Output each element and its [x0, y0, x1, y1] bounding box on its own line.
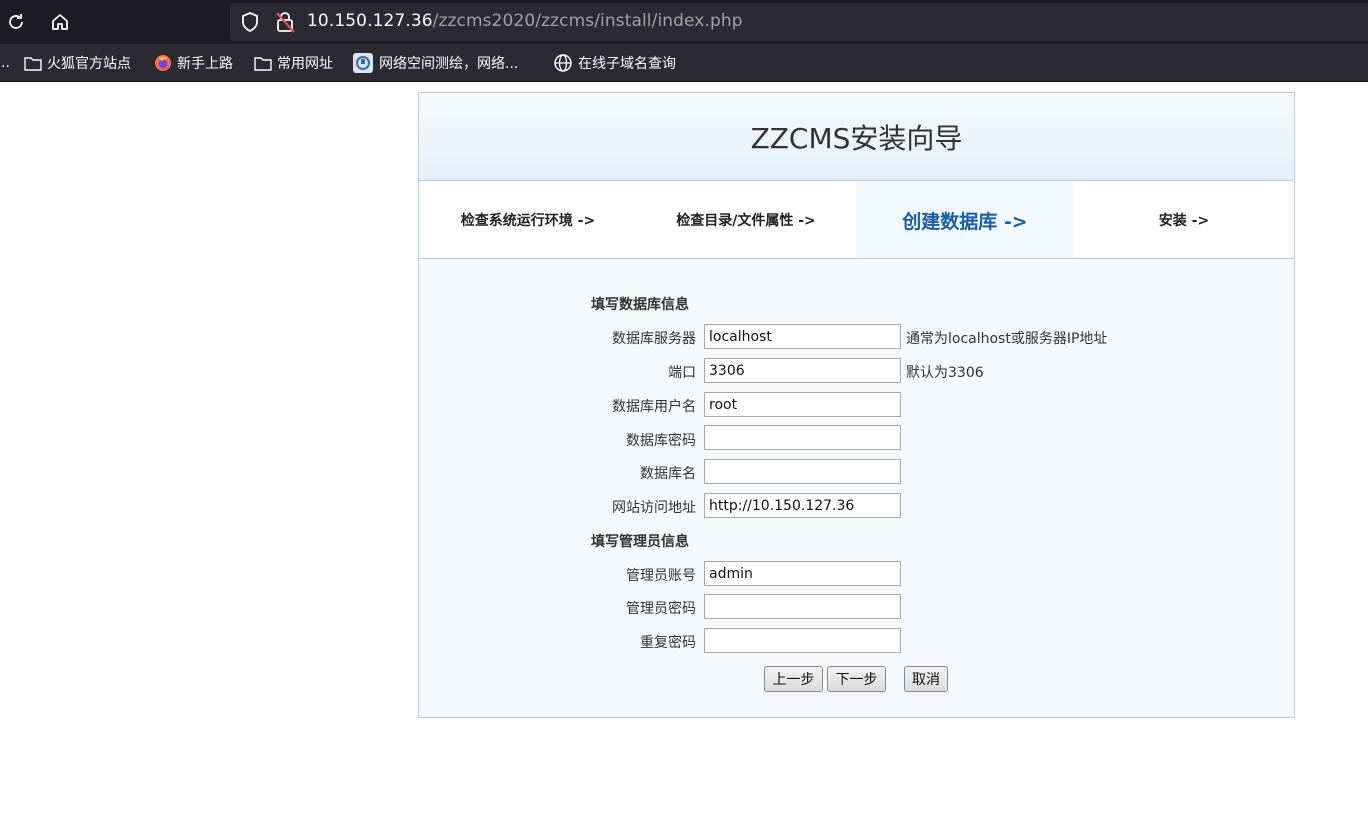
- url-text[interactable]: 10.150.127.36/zzcms2020/zzcms/install/in…: [307, 11, 743, 31]
- repeat-password-input[interactable]: [704, 628, 901, 653]
- url-host: 10.150.127.36: [307, 11, 433, 31]
- folder-icon: [254, 57, 272, 71]
- db-name-label: 数据库名: [640, 466, 696, 482]
- db-name-input[interactable]: [704, 459, 901, 484]
- site-url-input[interactable]: [704, 493, 901, 518]
- bookmark-firefox-sites[interactable]: 火狐官方站点: [24, 53, 131, 73]
- db-server-hint: 通常为localhost或服务器IP地址: [906, 331, 1108, 347]
- prev-button[interactable]: 上一步: [764, 666, 823, 692]
- installer-header: ZZCMS安装向导: [419, 93, 1294, 181]
- step-create-database: 创建数据库 ->: [856, 182, 1074, 258]
- bookmark-cyberspace-mapping[interactable]: 网络空间测绘，网络...: [352, 53, 518, 73]
- bookmark-getting-started[interactable]: 新手上路: [154, 53, 233, 73]
- bookmarks-overflow[interactable]: ..: [1, 53, 10, 73]
- bookmark-label: 新手上路: [177, 56, 233, 72]
- shield-icon[interactable]: [240, 11, 260, 33]
- db-port-hint: 默认为3306: [906, 365, 984, 381]
- admin-section-title: 填写管理员信息: [591, 534, 689, 550]
- db-server-input[interactable]: [704, 324, 901, 349]
- bookmark-label: 网络空间测绘，网络...: [379, 56, 519, 72]
- firefox-icon: [155, 55, 171, 71]
- folder-icon: [24, 57, 42, 71]
- step-check-environment: 检查系统运行环境 ->: [460, 213, 596, 229]
- db-section-title: 填写数据库信息: [591, 297, 689, 313]
- bookmark-subdomain-lookup[interactable]: 在线子域名查询: [553, 53, 676, 73]
- bookmark-label: 在线子域名查询: [578, 56, 676, 72]
- repeat-password-label: 重复密码: [640, 635, 696, 651]
- insecure-lock-icon[interactable]: [274, 10, 296, 34]
- home-icon[interactable]: [46, 8, 74, 36]
- db-server-label: 数据库服务器: [612, 331, 696, 347]
- overflow-label: ..: [1, 55, 10, 71]
- admin-account-input[interactable]: [704, 561, 901, 586]
- db-user-input[interactable]: [704, 392, 901, 417]
- bookmark-common-sites[interactable]: 常用网址: [254, 53, 333, 73]
- cancel-button[interactable]: 取消: [904, 666, 948, 692]
- db-user-label: 数据库用户名: [612, 399, 696, 415]
- next-button[interactable]: 下一步: [827, 666, 886, 692]
- bookmark-label: 常用网址: [277, 56, 333, 72]
- browser-toolbar: 10.150.127.36/zzcms2020/zzcms/install/in…: [0, 0, 1368, 44]
- globe-icon: [554, 54, 572, 72]
- db-password-input[interactable]: [704, 425, 901, 450]
- admin-password-label: 管理员密码: [626, 601, 696, 617]
- step-install: 安装 ->: [1158, 213, 1210, 229]
- db-port-label: 端口: [668, 365, 696, 381]
- admin-account-label: 管理员账号: [626, 568, 696, 584]
- admin-password-input[interactable]: [704, 594, 901, 619]
- db-password-label: 数据库密码: [626, 433, 696, 449]
- db-port-input[interactable]: [704, 358, 901, 383]
- step-check-directories: 检查目录/文件属性 ->: [676, 213, 816, 229]
- bookmarks-toolbar: .. 火狐官方站点 新手上路 常用网址 网络空间测绘，网络... 在线子域名查询: [0, 44, 1368, 82]
- page-title: ZZCMS安装向导: [750, 121, 963, 155]
- installer-panel: ZZCMS安装向导 检查系统运行环境 -> 检查目录/文件属性 -> 创建数据库…: [418, 92, 1295, 718]
- bookmark-label: 火狐官方站点: [47, 56, 131, 72]
- url-path: /zzcms2020/zzcms/install/index.php: [432, 11, 743, 31]
- install-steps: 检查系统运行环境 -> 检查目录/文件属性 -> 创建数据库 -> 安装 ->: [419, 182, 1294, 259]
- site-url-label: 网站访问地址: [612, 500, 696, 516]
- reload-icon[interactable]: [2, 8, 30, 36]
- site-icon: [353, 53, 373, 73]
